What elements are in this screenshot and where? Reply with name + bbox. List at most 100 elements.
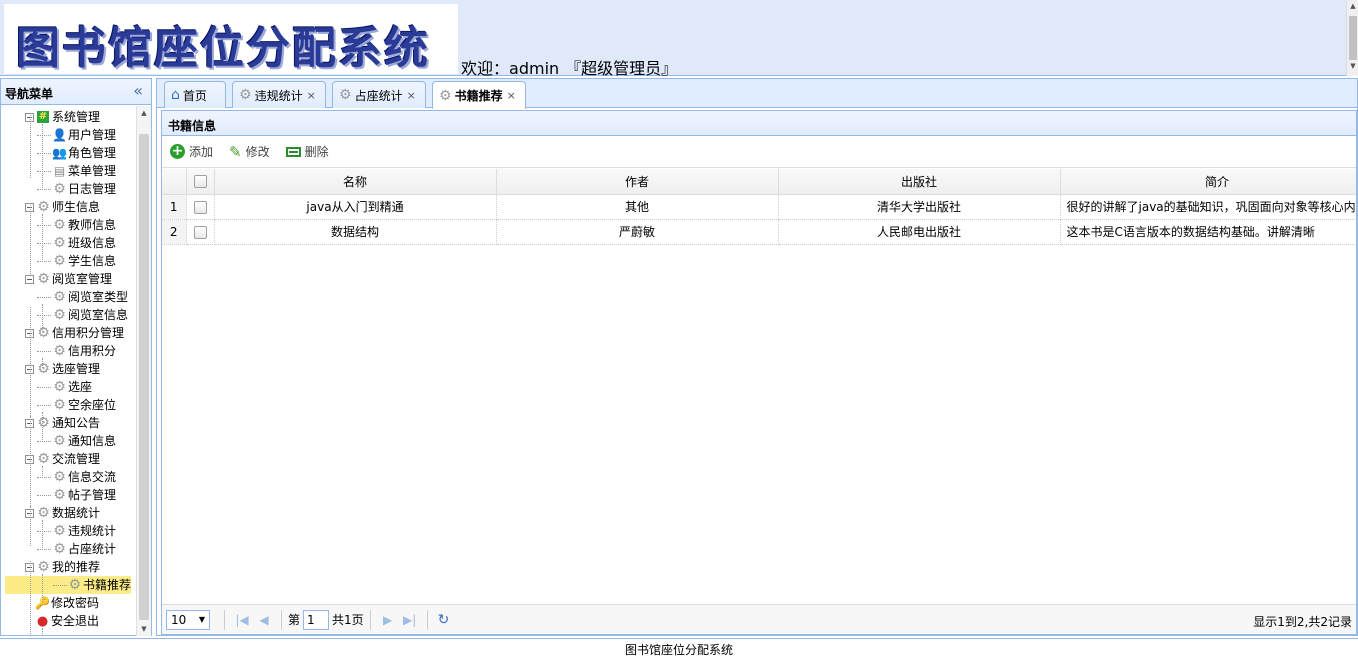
close-icon[interactable]: × [507,89,516,102]
nav-item[interactable]: ⚙ 信用积分 [37,342,116,360]
tab-3[interactable]: ⚙ 书籍推荐 × [432,81,526,109]
gear-icon: ⚙ [53,306,66,323]
nav-item-label: 角色管理 [68,146,117,160]
nav-item[interactable]: ⚙ 阅览室信息 [37,306,128,324]
nav-item[interactable]: ⚙ 帖子管理 [37,486,116,504]
nav-item[interactable]: ⚙ 空余座位 [37,396,116,414]
cell-publisher: 清华大学出版社 [778,194,1061,220]
nav-scrollbar[interactable]: ▲ ▼ [136,106,151,636]
prev-page-icon[interactable]: ◀ [253,613,275,627]
nav-item[interactable]: 👥 角色管理 [37,144,116,162]
close-icon[interactable]: × [307,89,316,102]
nav-item[interactable]: ⚙ 班级信息 [37,234,116,252]
gear-icon: ⚙ [37,270,50,287]
nav-item[interactable]: − ⚙ 我的推荐 [25,558,100,576]
page-scrollbar[interactable]: ▲ ▼ [1346,0,1358,76]
pager-info: 显示1到2,共2记录 [1253,615,1352,629]
nav-item-label: 书籍推荐 [82,578,131,592]
select-all-checkbox-cell[interactable] [186,169,215,195]
nav-item[interactable]: ⚙ 学生信息 [37,252,116,270]
gear-icon: ⚙ [53,288,66,305]
nav-item[interactable]: − ⚙ 交流管理 [25,450,100,468]
nav-item[interactable]: ⚙ 日志管理 [37,180,116,198]
row-checkbox-cell[interactable] [186,194,215,220]
nav-item-label: 交流管理 [52,452,101,466]
tab-1[interactable]: ⚙ 违规统计 × [232,81,326,108]
tree-guide-line [42,124,43,188]
nav-item[interactable]: − ⚙ 阅览室管理 [25,270,112,288]
nav-item[interactable]: ⚙ 信息交流 [37,468,116,486]
column-header-name[interactable]: 名称 [214,169,497,195]
nav-item[interactable]: ⚙ 违规统计 [37,522,116,540]
column-header-author[interactable]: 作者 [496,169,779,195]
gear-icon: ⚙ [339,87,352,103]
tree-guide-line [42,412,43,440]
close-icon[interactable]: × [407,89,416,102]
nav-item[interactable]: ⚙ 通知信息 [37,432,116,450]
nav-item[interactable]: ⚙ 占座统计 [37,540,116,558]
gear-icon: ⚙ [53,234,66,251]
nav-item-label: 占座统计 [68,542,117,556]
nav-item[interactable]: − ⚙ 数据统计 [25,504,100,522]
scrollbar-thumb[interactable] [1349,16,1357,60]
nav-item[interactable]: 🔑 修改密码 [21,594,99,612]
delete-button[interactable]: 删除 [285,143,329,160]
tab-label: 占座统计 [354,88,403,103]
add-label: 添加 [189,145,214,159]
nav-item[interactable]: ⚙ 选座 [37,378,92,396]
last-page-icon[interactable]: ▶| [399,613,421,627]
table-row[interactable]: 2 数据结构 严蔚敏 人民邮电出版社 这本书是C语言版本的数据结构基础。讲解清晰 [162,219,1356,245]
scrollbar-thumb[interactable] [139,134,149,620]
tree-guide-line [30,205,31,274]
tab-2[interactable]: ⚙ 占座统计 × [332,81,426,108]
edit-button[interactable]: ✎ 修改 [229,143,270,161]
collapse-icon[interactable]: « [133,81,143,100]
select-all-checkbox[interactable] [193,175,207,189]
system-icon: # [37,111,49,123]
nav-item[interactable]: − ⚙ 师生信息 [25,198,100,216]
scroll-down-icon[interactable]: ▼ [1347,62,1358,70]
column-header-intro[interactable]: 简介 [1060,169,1356,195]
expand-toggle-icon[interactable]: − [25,274,34,284]
page-number-input[interactable]: 1 [303,609,330,630]
nav-item[interactable]: − ⚙ 选座管理 [25,360,100,378]
row-checkbox-cell[interactable] [186,219,215,245]
tree-connector [37,386,51,388]
gear-icon: ⚙ [53,468,66,485]
nav-item[interactable]: ⚙ 书籍推荐 [5,576,131,594]
tree-guide-line [42,574,43,602]
nav-item[interactable]: − # 系统管理 [25,108,100,126]
nav-item-label: 用户管理 [68,128,117,142]
pencil-icon: ✎ [229,142,242,161]
scroll-up-icon[interactable]: ▲ [1347,2,1358,10]
next-page-icon[interactable]: ▶ [377,613,399,627]
nav-item[interactable]: 👤 用户管理 [37,126,116,144]
add-button[interactable]: + 添加 [170,143,213,160]
nav-item[interactable]: ● 安全退出 [21,612,99,630]
table-row[interactable]: 1 java从入门到精通 其他 清华大学出版社 很好的讲解了java的基础知识，巩固面向… [162,194,1356,220]
column-header-publisher[interactable]: 出版社 [778,169,1061,195]
nav-item-label: 帖子管理 [68,488,117,502]
first-page-icon[interactable]: |◀ [231,613,253,627]
scroll-up-icon[interactable]: ▲ [137,109,151,117]
pagination-bar: 10 ▼ |◀ ◀ 第 1 共1页 ▶ ▶| ↻ 显示1到2,共2记录 [162,604,1356,634]
nav-item[interactable]: ⚙ 教师信息 [37,216,116,234]
top-header: 图书馆座位分配系统 欢迎：admin 『超级管理员』 ▲ ▼ [0,0,1358,78]
tree-connector [37,170,51,172]
nav-item-label: 阅览室信息 [68,308,129,322]
scroll-down-icon[interactable]: ▼ [137,625,151,633]
nav-item-label: 通知信息 [68,434,117,448]
welcome-prefix: 欢迎： [461,59,510,78]
page-size-select[interactable]: 10 ▼ [166,609,210,630]
nav-item[interactable]: ⚙ 阅览室类型 [37,288,128,306]
nav-item[interactable]: − ⚙ 通知公告 [25,414,100,432]
tab-0[interactable]: ⌂ 首页 [164,81,226,108]
nav-item-label: 信用积分管理 [52,326,125,340]
row-checkbox[interactable] [193,200,207,214]
nav-item[interactable]: ▤ 菜单管理 [37,162,116,180]
refresh-icon[interactable]: ↻ [438,612,450,628]
tree-connector [37,134,51,136]
row-checkbox[interactable] [193,225,207,239]
cell-intro: 这本书是C语言版本的数据结构基础。讲解清晰 [1060,219,1356,245]
nav-item[interactable]: − ⚙ 信用积分管理 [25,324,124,342]
